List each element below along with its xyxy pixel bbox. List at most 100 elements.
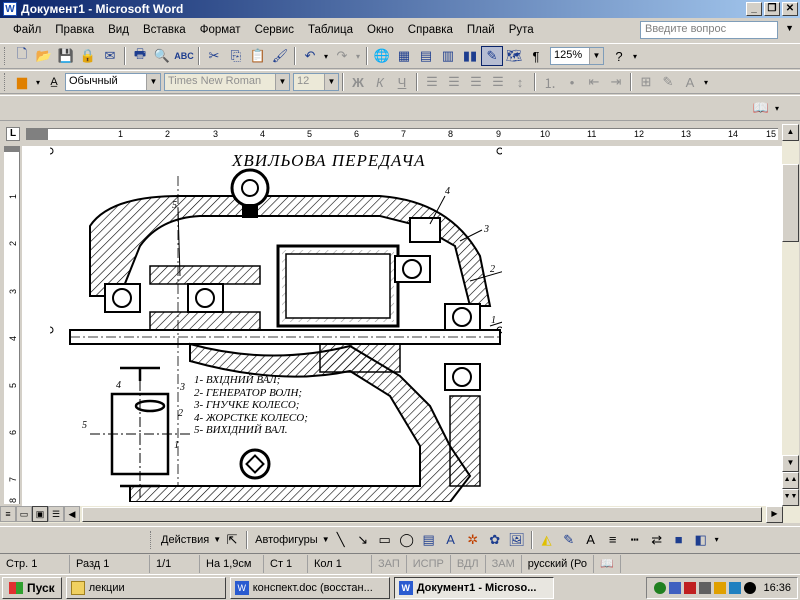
scroll-thumb[interactable] [82,507,762,522]
highlight-icon[interactable]: ✎ [657,72,679,92]
menu-format[interactable]: Формат [193,24,248,36]
line-style-icon[interactable]: ≡ [602,530,624,550]
menu-tools[interactable]: Сервис [248,24,301,36]
toolbar-options-icon[interactable]: ▾ [701,72,711,92]
picture-icon[interactable]: 🖼 [506,530,528,550]
menu-ruta[interactable]: Рута [502,24,541,36]
new-document-icon[interactable]: 🗋 [11,46,33,66]
drawing-icon[interactable]: ✎ [481,46,503,66]
align-center-icon[interactable]: ☰ [443,72,465,92]
undo-icon[interactable]: ↶ [299,46,321,66]
bold-button[interactable]: Ж [347,72,369,92]
monitor-icon[interactable] [729,582,742,594]
columns-icon[interactable]: ▮▮ [459,46,481,66]
menu-play[interactable]: Плай [460,24,502,36]
chevron-down-icon[interactable]: ▾ [33,72,43,92]
horizontal-scrollbar[interactable]: ≡ ▭ ▣ ☰ ◀ ▶ [0,506,800,523]
increase-indent-icon[interactable]: ⇥ [605,72,627,92]
insert-excel-icon[interactable]: ▥ [437,46,459,66]
styles-pane-icon[interactable]: ▆ [11,72,33,92]
tables-borders-icon[interactable]: ▦ [393,46,415,66]
next-page-icon[interactable]: ▼▼ [782,489,799,506]
rectangle-icon[interactable]: ▭ [374,530,396,550]
format-painter-icon[interactable]: 🖌 [269,46,291,66]
document-area[interactable]: 5 4 3 2 1 4 3 2 1 5 ХВИЛЬОВА ПЕРЕДАЧА 1-… [22,146,782,506]
scroll-left-icon[interactable]: ◀ [64,506,80,522]
select-objects-icon[interactable]: ⇱ [221,530,243,550]
close-button[interactable]: ✕ [782,2,798,16]
scroll-thumb[interactable] [782,164,799,242]
spelling-status-icon[interactable]: 📖 [594,554,621,573]
document-page[interactable]: 5 4 3 2 1 4 3 2 1 5 ХВИЛЬОВА ПЕРЕДАЧА 1-… [22,146,782,506]
line-color-icon[interactable]: ✎ [558,530,580,550]
print-icon[interactable]: 🖶 [129,46,151,66]
document-map-icon[interactable]: 🗺 [503,46,525,66]
status-language[interactable]: русский (Ро [522,554,594,573]
menu-insert[interactable]: Вставка [136,24,193,36]
status-rec[interactable]: ЗАП [372,554,407,573]
bullets-icon[interactable]: • [561,72,583,92]
menu-window[interactable]: Окно [360,24,401,36]
toolbar-grip[interactable] [150,530,154,549]
textbox-icon[interactable]: ▤ [418,530,440,550]
web-view-icon[interactable]: ▭ [16,506,32,522]
volume-icon[interactable] [699,582,712,594]
print-view-icon[interactable]: ▣ [32,506,48,522]
font-size-select[interactable]: 12 ▼ [293,73,339,91]
oval-icon[interactable]: ◯ [396,530,418,550]
borders-icon[interactable]: ⊞ [635,72,657,92]
font-select[interactable]: Times New Roman ▼ [164,73,290,91]
outline-view-icon[interactable]: ☰ [48,506,64,522]
redo-icon[interactable]: ↷ [331,46,353,66]
styles-formatting-icon[interactable]: A̲ [43,72,65,92]
vertical-ruler[interactable]: 1 2 3 4 5 6 7 8 [4,146,20,504]
toolbar-options-icon[interactable]: ▾ [772,98,782,118]
insert-table-icon[interactable]: ▤ [415,46,437,66]
spelling-icon[interactable]: ABC [173,46,195,66]
toolbar-options-icon[interactable]: ▾ [630,46,640,66]
taskbar-item-folder[interactable]: лекции [65,576,226,599]
wordart-icon[interactable]: A [440,530,462,550]
reading-layout-icon[interactable]: 📖 [750,98,772,118]
taskbar-item-konspekt[interactable]: W конспект.doc (восстан... [229,576,390,599]
chevron-down-icon[interactable]: ▼ [146,74,160,90]
help-icon[interactable]: ? [608,46,630,66]
line-spacing-icon[interactable]: ↕ [509,72,531,92]
status-trk[interactable]: ИСПР [407,554,451,573]
line-icon[interactable]: ╲ [330,530,352,550]
chevron-down-icon[interactable]: ▾ [321,46,331,66]
cut-icon[interactable]: ✂ [203,46,225,66]
chevron-down-icon[interactable]: ▾ [353,46,363,66]
font-color-icon[interactable]: A [580,530,602,550]
maximize-button[interactable]: ❐ [764,2,780,16]
autoshapes-menu[interactable]: Автофигуры [251,534,322,546]
chevron-down-icon[interactable]: ▼ [322,535,330,544]
paste-icon[interactable]: 📋 [247,46,269,66]
3d-icon[interactable]: ◧ [690,530,712,550]
harmonic-drive-drawing[interactable]: 5 4 3 2 1 4 3 2 1 5 [50,146,502,502]
justify-icon[interactable]: ☰ [487,72,509,92]
chevron-down-icon[interactable]: ▼ [589,48,603,64]
chevron-down-icon[interactable]: ▼ [213,535,221,544]
scroll-up-icon[interactable]: ▲ [782,124,799,141]
language-icon[interactable] [714,582,727,594]
actions-menu[interactable]: Действия [157,534,213,546]
toolbar-options-icon[interactable]: ▾ [712,530,722,550]
arrow-icon[interactable]: ↘ [352,530,374,550]
hyperlink-icon[interactable]: 🌐 [371,46,393,66]
network-icon[interactable] [669,582,682,594]
clipart-icon[interactable]: ✿ [484,530,506,550]
decrease-indent-icon[interactable]: ⇤ [583,72,605,92]
toolbar-grip[interactable] [4,47,8,65]
permission-icon[interactable]: 🔒 [77,46,99,66]
chevron-down-icon[interactable]: ▼ [324,74,338,90]
chevron-down-icon[interactable]: ▼ [785,23,794,33]
spider-icon[interactable] [744,582,757,594]
scroll-right-icon[interactable]: ▶ [766,506,783,523]
dash-style-icon[interactable]: ┅ [624,530,646,550]
underline-button[interactable]: Ч [391,72,413,92]
menu-help[interactable]: Справка [401,24,460,36]
chevron-down-icon[interactable]: ▼ [275,74,289,90]
numbering-icon[interactable]: ⒈ [539,72,561,92]
menu-table[interactable]: Таблица [301,24,360,36]
